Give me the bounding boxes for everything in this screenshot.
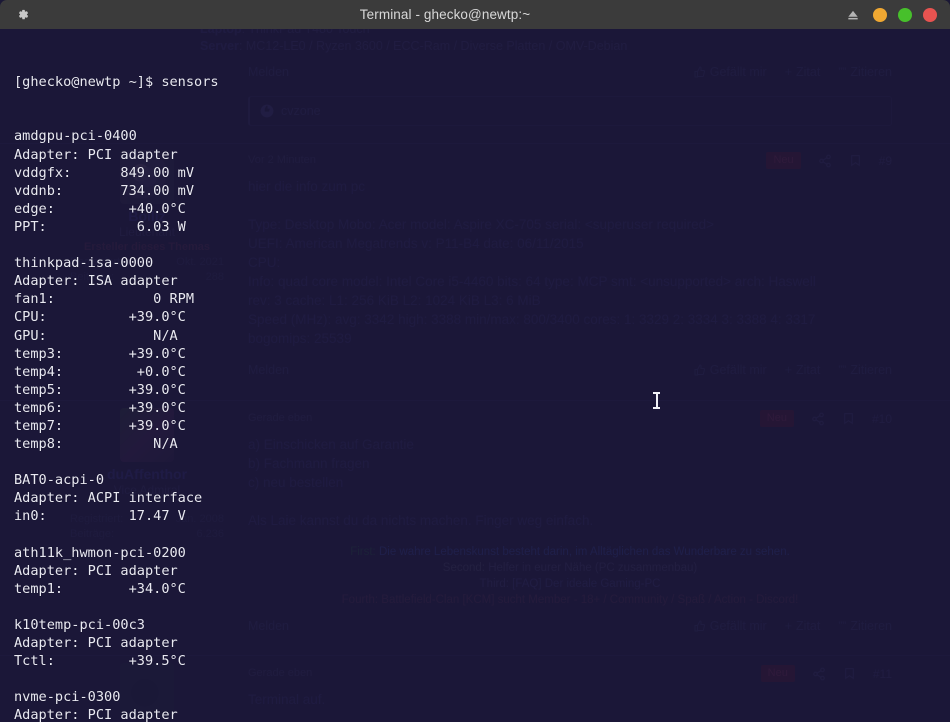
terminal-line-28: Adapter: PCI adapter bbox=[14, 635, 178, 652]
terminal-line-17: temp8: N/A bbox=[14, 436, 178, 453]
terminal-line-13: temp4: +0.0°C bbox=[14, 363, 186, 380]
terminal-line-0: amdgpu-pci-0400 bbox=[14, 128, 137, 145]
terminal-line-31: nvme-pci-0300 bbox=[14, 689, 121, 706]
terminal-line-32: Adapter: PCI adapter bbox=[14, 707, 178, 722]
terminal-line-15: temp6: +39.0°C bbox=[14, 399, 186, 416]
terminal-line-30 bbox=[14, 670, 950, 688]
terminal-line-18 bbox=[14, 453, 950, 471]
terminal-line-9: fan1: 0 RPM bbox=[14, 291, 195, 308]
terminal-line-12: temp3: +39.0°C bbox=[14, 345, 186, 362]
minimize-button[interactable] bbox=[873, 7, 887, 22]
terminal-line-4: edge: +40.0°C bbox=[14, 200, 186, 217]
terminal-prompt-line: [ghecko@newtp ~]$ sensors bbox=[14, 74, 219, 91]
terminal-line-10: CPU: +39.0°C bbox=[14, 309, 186, 326]
terminal-line-3: vddnb: 734.00 mV bbox=[14, 182, 195, 199]
terminal-line-20: Adapter: ACPI interface bbox=[14, 490, 203, 507]
window-controls bbox=[846, 7, 950, 22]
terminal-line-14: temp5: +39.0°C bbox=[14, 381, 186, 398]
eject-icon[interactable] bbox=[846, 8, 860, 22]
gear-icon bbox=[18, 9, 28, 20]
terminal-line-11: GPU: N/A bbox=[14, 327, 178, 344]
terminal-line-5: PPT: 6.03 W bbox=[14, 218, 186, 235]
terminal-line-8: Adapter: ISA adapter bbox=[14, 273, 178, 290]
terminal-line-19: BAT0-acpi-0 bbox=[14, 472, 105, 489]
terminal-titlebar[interactable]: Terminal - ghecko@newtp:~ bbox=[0, 0, 950, 29]
terminal-menu-button[interactable] bbox=[0, 7, 44, 22]
terminal-line-22 bbox=[14, 526, 950, 544]
maximize-button[interactable] bbox=[898, 7, 912, 22]
terminal-line-25: temp1: +34.0°C bbox=[14, 580, 186, 597]
terminal-line-21: in0: 17.47 V bbox=[14, 508, 186, 525]
terminal-line-7: thinkpad-isa-0000 bbox=[14, 255, 154, 272]
terminal-line-26 bbox=[14, 598, 950, 616]
terminal-title: Terminal - ghecko@newtp:~ bbox=[359, 7, 531, 22]
close-button[interactable] bbox=[923, 7, 937, 22]
terminal-line-16: temp7: +39.0°C bbox=[14, 417, 186, 434]
terminal-line-1: Adapter: PCI adapter bbox=[14, 146, 178, 163]
terminal-line-24: Adapter: PCI adapter bbox=[14, 562, 178, 579]
terminal-line-2: vddgfx: 849.00 mV bbox=[14, 164, 195, 181]
terminal-window: Terminal - ghecko@newtp:~ [ghecko@newtp … bbox=[0, 0, 950, 722]
terminal-line-27: k10temp-pci-00c3 bbox=[14, 617, 145, 633]
terminal-line-23: ath11k_hwmon-pci-0200 bbox=[14, 544, 186, 561]
terminal-output-area[interactable]: [ghecko@newtp ~]$ sensors amdgpu-pci-040… bbox=[0, 29, 950, 722]
terminal-line-6 bbox=[14, 236, 950, 254]
terminal-line-29: Tctl: +39.5°C bbox=[14, 653, 186, 670]
screen: Laptop: ThinkPad T480 Touch Server: MC12… bbox=[0, 0, 950, 722]
terminal-output-lines: amdgpu-pci-0400 Adapter: PCI adapter vddgf… bbox=[14, 127, 950, 722]
